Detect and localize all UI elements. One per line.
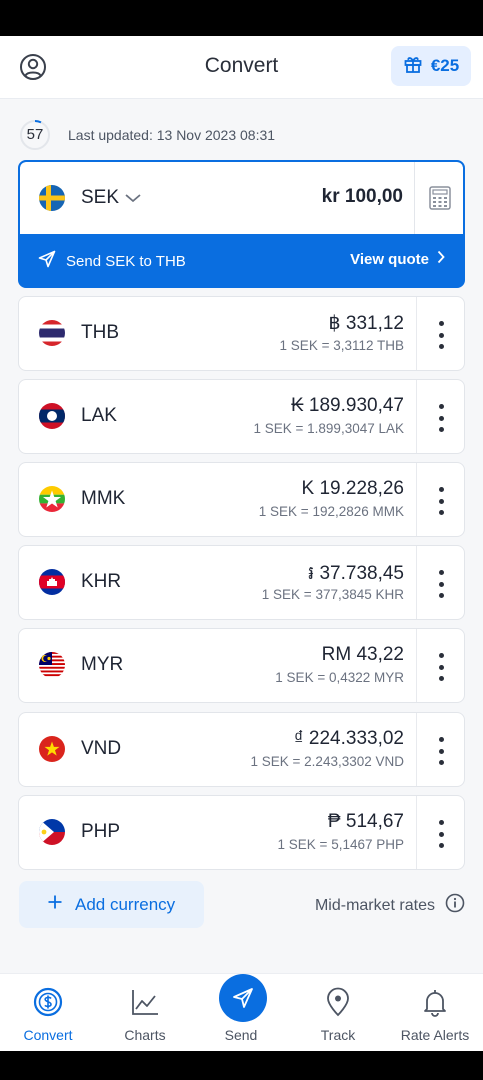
currency-row-php[interactable]: PHP ₱ 514,67 1 SEK = 5,1467 PHP <box>18 795 465 870</box>
mid-market-rates-info[interactable]: Mid-market rates <box>315 893 465 918</box>
cambodia-flag-icon <box>39 569 65 595</box>
more-options-icon[interactable] <box>432 568 450 600</box>
bell-icon <box>420 987 450 1017</box>
view-quote-label: View quote <box>350 250 429 268</box>
currency-code: PHP <box>81 821 121 842</box>
nav-label: Charts <box>124 1027 166 1043</box>
chevron-right-icon <box>437 250 445 268</box>
mid-market-label: Mid-market rates <box>314 896 435 914</box>
top-bar: Convert €25 <box>0 36 483 99</box>
app-screen: Convert €25 57 Last updated: 13 Nov 2023… <box>0 36 483 1051</box>
nav-label: Convert <box>23 1027 73 1043</box>
base-currency-card: SEK kr 100,00 Send SEK to THB View quote <box>18 160 465 288</box>
more-options-icon[interactable] <box>432 485 450 517</box>
laos-flag-icon <box>39 403 65 429</box>
nav-label: Send <box>224 1027 258 1043</box>
bottom-navigation: Convert Charts Send Track Rate Alerts <box>0 973 483 1051</box>
base-currency-code[interactable]: SEK <box>81 187 119 209</box>
converted-amount: ₭ 189.930,47 <box>290 395 404 416</box>
more-options-icon[interactable] <box>432 402 450 434</box>
base-currency-input[interactable]: SEK kr 100,00 <box>20 162 463 234</box>
plus-icon <box>47 894 63 915</box>
more-options-icon[interactable] <box>432 735 450 767</box>
more-options-icon[interactable] <box>432 818 450 850</box>
more-options-icon[interactable] <box>432 651 450 683</box>
divider <box>416 713 417 786</box>
reward-amount: €25 <box>430 56 460 75</box>
currency-row-mmk[interactable]: MMK K 19.228,26 1 SEK = 192,2826 MMK <box>18 462 465 537</box>
converted-amount: RM 43,22 <box>321 644 404 665</box>
base-amount[interactable]: kr 100,00 <box>322 186 403 208</box>
exchange-rate: 1 SEK = 5,1467 PHP <box>277 837 404 852</box>
nav-rate-alerts[interactable]: Rate Alerts <box>387 974 483 1051</box>
sweden-flag-icon <box>39 185 65 211</box>
add-currency-label: Add currency <box>75 894 176 914</box>
currency-code: VND <box>81 738 122 759</box>
converted-amount: ₫ 224.333,02 <box>293 728 404 749</box>
currency-row-myr[interactable]: MYR RM 43,22 1 SEK = 0,4322 MYR <box>18 628 465 703</box>
divider <box>416 629 417 702</box>
info-icon[interactable] <box>445 893 465 918</box>
send-money-bar[interactable]: Send SEK to THB View quote <box>20 234 463 286</box>
currency-row-thb[interactable]: THB ฿ 331,12 1 SEK = 3,3112 THB <box>18 296 465 371</box>
add-currency-button[interactable]: Add currency <box>19 881 204 928</box>
divider <box>414 162 415 234</box>
currency-row-vnd[interactable]: VND ₫ 224.333,02 1 SEK = 2.243,3302 VND <box>18 712 465 787</box>
chart-line-icon <box>130 987 160 1017</box>
converted-amount: ₱ 514,67 <box>327 811 404 832</box>
send-link[interactable]: Send SEK to THB <box>38 250 186 272</box>
currency-row-lak[interactable]: LAK ₭ 189.930,47 1 SEK = 1.899,3047 LAK <box>18 379 465 454</box>
exchange-rate: 1 SEK = 3,3112 THB <box>279 338 404 353</box>
reward-button[interactable]: €25 <box>391 46 471 86</box>
nav-charts[interactable]: Charts <box>97 974 193 1051</box>
send-label: Send SEK to THB <box>66 252 186 270</box>
countdown-value: 57 <box>26 126 44 143</box>
gift-icon <box>403 54 423 79</box>
converted-amount: K 19.228,26 <box>301 478 404 499</box>
refresh-countdown[interactable]: 57 <box>19 119 51 151</box>
more-options-icon[interactable] <box>432 319 450 351</box>
malaysia-flag-icon <box>39 652 65 678</box>
currency-row-khr[interactable]: KHR ៛ 37.738,45 1 SEK = 377,3845 KHR <box>18 545 465 620</box>
last-updated-text: Last updated: 13 Nov 2023 08:31 <box>68 127 276 143</box>
exchange-rate: 1 SEK = 2.243,3302 VND <box>250 754 404 769</box>
divider <box>416 297 417 370</box>
philippines-flag-icon <box>39 819 65 845</box>
divider <box>416 546 417 619</box>
exchange-rate: 1 SEK = 0,4322 MYR <box>275 670 404 685</box>
paper-plane-icon <box>38 250 56 272</box>
converted-amount: ៛ 37.738,45 <box>308 563 404 584</box>
converted-amount: ฿ 331,12 <box>328 313 404 334</box>
divider <box>416 380 417 453</box>
paper-plane-icon <box>219 974 267 1022</box>
nav-label: Rate Alerts <box>400 1027 470 1043</box>
nav-send[interactable]: Send <box>193 974 289 1051</box>
currency-code: THB <box>81 322 119 343</box>
calculator-icon[interactable] <box>429 186 451 210</box>
location-pin-icon <box>323 987 353 1017</box>
divider <box>416 463 417 536</box>
exchange-rate: 1 SEK = 192,2826 MMK <box>258 504 404 519</box>
vietnam-flag-icon <box>39 736 65 762</box>
currency-code: MYR <box>81 654 124 675</box>
dollar-circle-icon <box>33 987 63 1017</box>
myanmar-flag-icon <box>39 486 65 512</box>
nav-label: Track <box>320 1027 356 1043</box>
divider <box>416 796 417 869</box>
chevron-down-icon[interactable] <box>124 191 142 209</box>
exchange-rate: 1 SEK = 1.899,3047 LAK <box>253 421 405 436</box>
currency-code: LAK <box>81 405 117 426</box>
currency-code: MMK <box>81 488 126 509</box>
last-updated-row: 57 Last updated: 13 Nov 2023 08:31 <box>19 119 275 151</box>
view-quote-link[interactable]: View quote <box>350 250 445 268</box>
thailand-flag-icon <box>39 320 65 346</box>
nav-convert[interactable]: Convert <box>0 974 96 1051</box>
currency-code: KHR <box>81 571 122 592</box>
nav-track[interactable]: Track <box>290 974 386 1051</box>
exchange-rate: 1 SEK = 377,3845 KHR <box>261 587 404 602</box>
